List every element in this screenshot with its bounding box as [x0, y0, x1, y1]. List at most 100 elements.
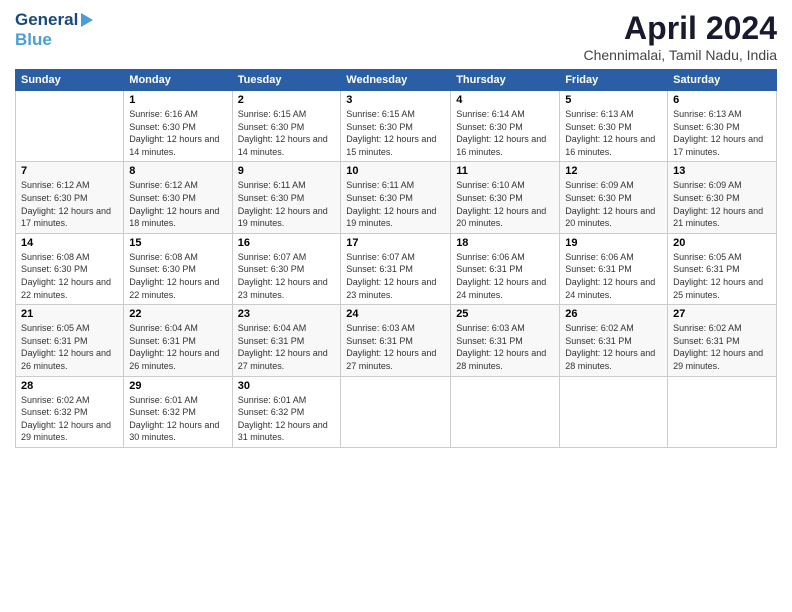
sunset-text: Sunset: 6:30 PM — [21, 192, 118, 205]
day-number: 11 — [456, 165, 554, 177]
sunrise-text: Sunrise: 6:14 AM — [456, 108, 554, 121]
day-info: Sunrise: 6:09 AMSunset: 6:30 PMDaylight:… — [565, 179, 662, 229]
day-info: Sunrise: 6:06 AMSunset: 6:31 PMDaylight:… — [565, 251, 662, 301]
main-title: April 2024 — [583, 10, 777, 47]
calendar-week-2: 7Sunrise: 6:12 AMSunset: 6:30 PMDaylight… — [16, 162, 777, 233]
day-number: 23 — [238, 308, 336, 320]
calendar: Sunday Monday Tuesday Wednesday Thursday… — [15, 69, 777, 448]
calendar-cell: 25Sunrise: 6:03 AMSunset: 6:31 PMDayligh… — [451, 305, 560, 376]
day-info: Sunrise: 6:02 AMSunset: 6:31 PMDaylight:… — [565, 322, 662, 372]
day-number: 21 — [21, 308, 118, 320]
day-info: Sunrise: 6:01 AMSunset: 6:32 PMDaylight:… — [238, 394, 336, 444]
day-number: 3 — [346, 94, 445, 106]
calendar-cell — [668, 376, 777, 447]
sunset-text: Sunset: 6:30 PM — [129, 192, 226, 205]
daylight-text: Daylight: 12 hours and 30 minutes. — [129, 419, 226, 444]
day-number: 18 — [456, 237, 554, 249]
calendar-header-row: Sunday Monday Tuesday Wednesday Thursday… — [16, 70, 777, 91]
sunset-text: Sunset: 6:31 PM — [673, 335, 771, 348]
calendar-week-5: 28Sunrise: 6:02 AMSunset: 6:32 PMDayligh… — [16, 376, 777, 447]
day-info: Sunrise: 6:11 AMSunset: 6:30 PMDaylight:… — [346, 179, 445, 229]
calendar-cell: 15Sunrise: 6:08 AMSunset: 6:30 PMDayligh… — [124, 233, 232, 304]
day-info: Sunrise: 6:05 AMSunset: 6:31 PMDaylight:… — [673, 251, 771, 301]
day-number: 17 — [346, 237, 445, 249]
day-info: Sunrise: 6:07 AMSunset: 6:31 PMDaylight:… — [346, 251, 445, 301]
header: General Blue April 2024 Chennimalai, Tam… — [15, 10, 777, 63]
sunset-text: Sunset: 6:30 PM — [456, 121, 554, 134]
sunrise-text: Sunrise: 6:03 AM — [346, 322, 445, 335]
calendar-cell: 2Sunrise: 6:15 AMSunset: 6:30 PMDaylight… — [232, 91, 341, 162]
sunrise-text: Sunrise: 6:13 AM — [673, 108, 771, 121]
calendar-cell: 6 Sunrise: 6:13 AMSunset: 6:30 PMDaylight… — [668, 91, 777, 162]
daylight-text: Daylight: 12 hours and 26 minutes. — [21, 347, 118, 372]
sunrise-text: Sunrise: 6:06 AM — [565, 251, 662, 264]
day-number: 5 — [565, 94, 662, 106]
day-info: Sunrise: 6:13 AMSunset: 6:30 PMDaylight:… — [565, 108, 662, 158]
daylight-text: Daylight: 12 hours and 28 minutes. — [565, 347, 662, 372]
sunrise-text: Sunrise: 6:07 AM — [346, 251, 445, 264]
sunrise-text: Sunrise: 6:01 AM — [129, 394, 226, 407]
day-info: Sunrise: 6:01 AMSunset: 6:32 PMDaylight:… — [129, 394, 226, 444]
calendar-cell: 30 Sunrise: 6:01 AMSunset: 6:32 PMDayligh… — [232, 376, 341, 447]
sunset-text: Sunset: 6:31 PM — [346, 335, 445, 348]
daylight-text: Daylight: 12 hours and 16 minutes. — [565, 133, 662, 158]
daylight-text: Daylight: 12 hours and 29 minutes. — [673, 347, 771, 372]
calendar-cell: 8Sunrise: 6:12 AMSunset: 6:30 PMDaylight… — [124, 162, 232, 233]
sunrise-text: Sunrise: 6:04 AM — [238, 322, 336, 335]
day-info: Sunrise: 6:05 AMSunset: 6:31 PMDaylight:… — [21, 322, 118, 372]
sunrise-text: Sunrise: 6:15 AM — [238, 108, 336, 121]
sunrise-text: Sunrise: 6:10 AM — [456, 179, 554, 192]
sunset-text: Sunset: 6:30 PM — [565, 121, 662, 134]
calendar-cell — [341, 376, 451, 447]
sunset-text: Sunset: 6:30 PM — [238, 121, 336, 134]
daylight-text: Daylight: 12 hours and 14 minutes. — [129, 133, 226, 158]
sunset-text: Sunset: 6:30 PM — [673, 121, 771, 134]
sunrise-text: Sunrise: 6:13 AM — [565, 108, 662, 121]
sunset-text: Sunset: 6:31 PM — [238, 335, 336, 348]
day-number: 20 — [673, 237, 771, 249]
day-info: Sunrise: 6:09 AMSunset: 6:30 PMDaylight:… — [673, 179, 771, 229]
logo-general: General — [15, 10, 78, 30]
sunset-text: Sunset: 6:32 PM — [21, 406, 118, 419]
logo: General Blue — [15, 10, 93, 50]
sunrise-text: Sunrise: 6:08 AM — [129, 251, 226, 264]
day-info: Sunrise: 6:07 AMSunset: 6:30 PMDaylight:… — [238, 251, 336, 301]
day-info: Sunrise: 6:10 AMSunset: 6:30 PMDaylight:… — [456, 179, 554, 229]
daylight-text: Daylight: 12 hours and 21 minutes. — [673, 205, 771, 230]
sunset-text: Sunset: 6:30 PM — [673, 192, 771, 205]
calendar-cell: 12Sunrise: 6:09 AMSunset: 6:30 PMDayligh… — [560, 162, 668, 233]
daylight-text: Daylight: 12 hours and 20 minutes. — [456, 205, 554, 230]
sunset-text: Sunset: 6:32 PM — [129, 406, 226, 419]
daylight-text: Daylight: 12 hours and 25 minutes. — [673, 276, 771, 301]
sunrise-text: Sunrise: 6:09 AM — [673, 179, 771, 192]
day-number: 30 — [238, 380, 336, 392]
page: General Blue April 2024 Chennimalai, Tam… — [0, 0, 792, 612]
day-number: 8 — [129, 165, 226, 177]
sunrise-text: Sunrise: 6:08 AM — [21, 251, 118, 264]
sunrise-text: Sunrise: 6:02 AM — [21, 394, 118, 407]
daylight-text: Daylight: 12 hours and 19 minutes. — [346, 205, 445, 230]
daylight-text: Daylight: 12 hours and 23 minutes. — [346, 276, 445, 301]
sunset-text: Sunset: 6:31 PM — [673, 263, 771, 276]
calendar-cell: 18Sunrise: 6:06 AMSunset: 6:31 PMDayligh… — [451, 233, 560, 304]
sunrise-text: Sunrise: 6:03 AM — [456, 322, 554, 335]
day-number: 15 — [129, 237, 226, 249]
col-tuesday: Tuesday — [232, 70, 341, 91]
daylight-text: Daylight: 12 hours and 22 minutes. — [21, 276, 118, 301]
calendar-cell: 29Sunrise: 6:01 AMSunset: 6:32 PMDayligh… — [124, 376, 232, 447]
day-info: Sunrise: 6:02 AMSunset: 6:31 PMDaylight:… — [673, 322, 771, 372]
calendar-cell — [16, 91, 124, 162]
day-number: 2 — [238, 94, 336, 106]
calendar-cell: 20 Sunrise: 6:05 AMSunset: 6:31 PMDayligh… — [668, 233, 777, 304]
calendar-cell: 21 Sunrise: 6:05 AMSunset: 6:31 PMDayligh… — [16, 305, 124, 376]
sunrise-text: Sunrise: 6:05 AM — [673, 251, 771, 264]
day-info: Sunrise: 6:11 AMSunset: 6:30 PMDaylight:… — [238, 179, 336, 229]
daylight-text: Daylight: 12 hours and 29 minutes. — [21, 419, 118, 444]
col-sunday: Sunday — [16, 70, 124, 91]
sunrise-text: Sunrise: 6:05 AM — [21, 322, 118, 335]
day-info: Sunrise: 6:13 AMSunset: 6:30 PMDaylight:… — [673, 108, 771, 158]
day-number: 6 — [673, 94, 771, 106]
day-info: Sunrise: 6:04 AMSunset: 6:31 PMDaylight:… — [129, 322, 226, 372]
daylight-text: Daylight: 12 hours and 20 minutes. — [565, 205, 662, 230]
sunset-text: Sunset: 6:30 PM — [346, 121, 445, 134]
